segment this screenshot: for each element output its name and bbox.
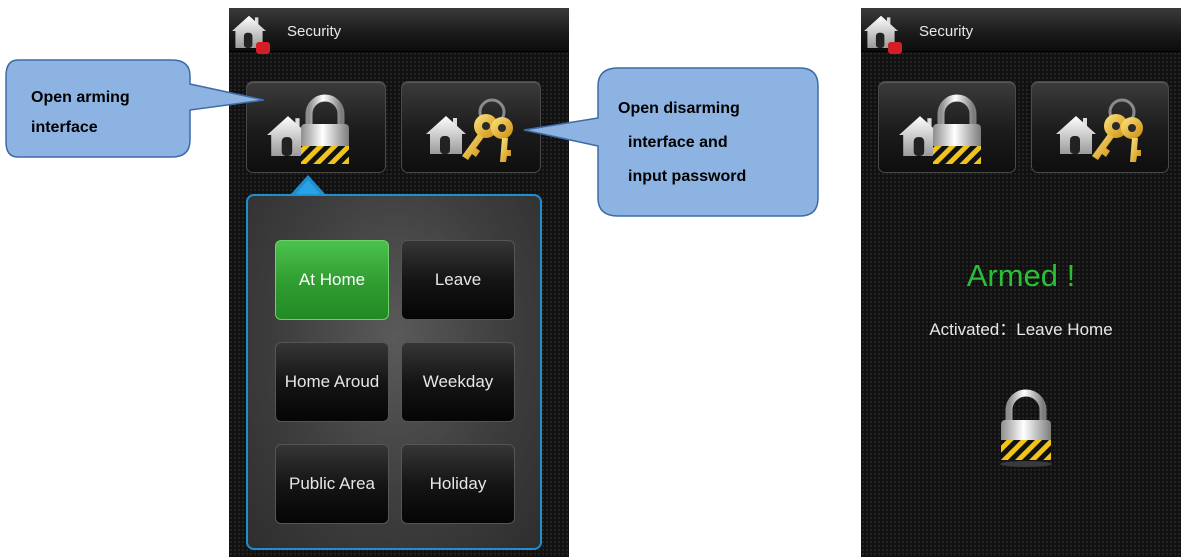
arming-callout-line: interface bbox=[31, 119, 98, 136]
mode-weekday-button[interactable]: Weekday bbox=[401, 342, 515, 422]
page-title: Security bbox=[287, 23, 342, 40]
security-screen-right: Security Armed ! Activated：Leave Home bbox=[861, 8, 1181, 557]
mode-holiday-button[interactable]: Holiday bbox=[401, 444, 515, 524]
disarming-callout-line: input password bbox=[628, 168, 747, 185]
arming-mode-panel: At Home Leave Home Aroud Weekday Public … bbox=[246, 194, 542, 550]
mode-public-area-button[interactable]: Public Area bbox=[275, 444, 389, 524]
page-title: Security bbox=[919, 23, 974, 40]
arming-callout-line: Open arming bbox=[31, 89, 130, 106]
mode-leave-button[interactable]: Leave bbox=[401, 240, 515, 320]
activated-mode-text: Activated：Leave Home bbox=[929, 320, 1113, 339]
title-bar: Security bbox=[229, 8, 569, 54]
home-security-icon bbox=[864, 15, 902, 54]
disarm-button[interactable] bbox=[1031, 81, 1169, 173]
disarming-callout-line: Open disarming bbox=[618, 100, 740, 117]
home-lock-icon bbox=[899, 94, 981, 164]
disarming-callout-line: interface and bbox=[628, 134, 728, 151]
arming-callout-text: Open arming interface bbox=[31, 83, 130, 143]
panel-pointer-inner bbox=[295, 180, 321, 195]
armed-status-text: Armed ! bbox=[966, 258, 1076, 293]
title-bar: Security bbox=[861, 8, 1181, 54]
mode-at-home-button[interactable]: At Home bbox=[275, 240, 389, 320]
home-lock-icon bbox=[267, 94, 349, 164]
mode-home-around-button[interactable]: Home Aroud bbox=[275, 342, 389, 422]
disarming-callout-text: Open disarming interface and input passw… bbox=[618, 92, 746, 194]
padlock-icon bbox=[1000, 389, 1052, 467]
home-keys-icon bbox=[426, 98, 513, 162]
home-keys-icon bbox=[1056, 98, 1143, 162]
arm-button[interactable] bbox=[878, 81, 1016, 173]
